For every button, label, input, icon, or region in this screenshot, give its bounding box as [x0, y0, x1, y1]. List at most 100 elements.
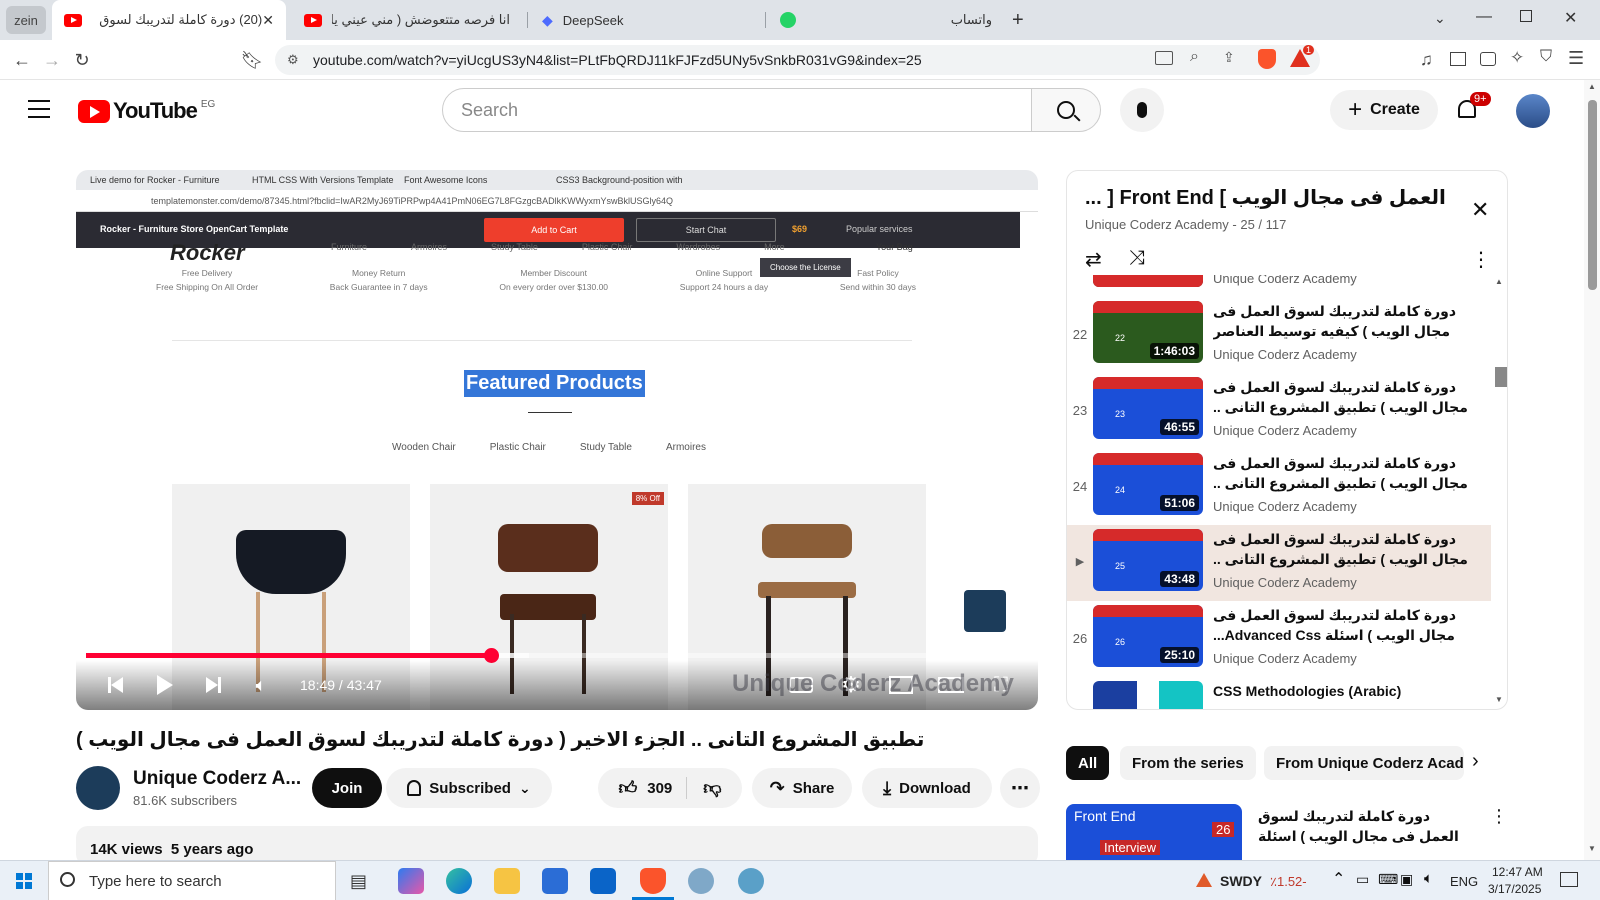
cast-icon[interactable] — [1155, 51, 1173, 65]
youtube-logo[interactable]: YouTube EG — [78, 98, 215, 124]
next-icon[interactable] — [198, 670, 228, 700]
url-field[interactable]: ⚙ youtube.com/watch?v=yiUcgUS3yN4&list=P… — [275, 45, 1320, 75]
menu-icon[interactable]: ☰ — [1568, 48, 1584, 69]
meet-icon[interactable]: ▭ — [1356, 871, 1369, 888]
windows-start-icon[interactable] — [16, 873, 32, 889]
playlist-item[interactable]: 22 22 1:46:03 دورة كاملة لتدريبك لسوق الع… — [1067, 297, 1491, 373]
taskbar-search-input[interactable]: Type here to search — [48, 861, 336, 900]
chip-all[interactable]: All — [1066, 746, 1110, 780]
tab-deepseek[interactable]: ◆ DeepSeek — [530, 0, 760, 40]
page-scroll-thumb[interactable] — [1588, 100, 1597, 290]
outlook-icon[interactable] — [590, 868, 616, 894]
playlist-title[interactable]: العمل فى مجال الويب ] Front End [ ... — [1085, 185, 1455, 210]
volume-icon[interactable]: 🔈︎ — [246, 670, 276, 700]
app-icon[interactable] — [688, 868, 714, 894]
scroll-up-icon[interactable]: ▲ — [1588, 82, 1596, 91]
playlist-more-icon[interactable]: ⋮ — [1471, 247, 1491, 272]
chevron-right-icon[interactable]: › — [1472, 750, 1479, 773]
recommended-title[interactable]: دورة كاملة لتدريبك لسوق العمل فى مجال ال… — [1258, 806, 1468, 846]
new-tab-icon[interactable]: + — [1012, 9, 1024, 32]
playlist-scroll-thumb[interactable] — [1495, 367, 1507, 387]
media-icon[interactable]: ♫ — [1420, 50, 1433, 70]
vpn-icon[interactable]: ⛉ — [1540, 48, 1552, 66]
tray-chevron-icon[interactable]: ⌃ — [1332, 869, 1345, 889]
back-arrow-icon[interactable]: ← — [10, 48, 34, 72]
wallet-icon[interactable] — [1480, 52, 1496, 66]
search-input[interactable]: Search — [442, 88, 1032, 132]
playlist-scroll-down-icon[interactable]: ▼ — [1495, 695, 1503, 704]
previous-icon[interactable] — [100, 670, 130, 700]
clock-time[interactable]: 12:47 AM — [1492, 865, 1543, 879]
channel-name[interactable]: Unique Coderz A... — [133, 768, 301, 790]
item-index: 23 — [1072, 403, 1088, 418]
tab-youtube-active[interactable]: (20) دورة كاملة لتدريبك لسوق ✕ — [52, 0, 286, 40]
edge-icon[interactable] — [446, 868, 472, 894]
feature-title: Online Support — [695, 268, 753, 278]
notifications-button[interactable]: 9+ — [1454, 92, 1491, 126]
dislike-button[interactable]: 👎︎ — [687, 777, 721, 799]
copilot-icon[interactable] — [398, 868, 424, 894]
forward-arrow-icon[interactable]: → — [40, 48, 64, 72]
avatar[interactable] — [1516, 94, 1550, 128]
store-icon[interactable] — [542, 868, 568, 894]
sidebar-toggle-icon[interactable] — [1450, 52, 1466, 66]
close-window-icon[interactable]: ✕ — [1564, 8, 1577, 28]
network-icon[interactable]: ▣ — [1400, 871, 1413, 888]
recommended-more-icon[interactable]: ⋮ — [1490, 806, 1508, 827]
zoom-icon[interactable]: ⌕ — [1190, 48, 1199, 66]
profile-chip[interactable]: zein — [6, 6, 46, 34]
playlist-item[interactable]: Unique Coderz Academy — [1067, 275, 1491, 297]
site-info-icon[interactable]: ⚙ — [287, 52, 299, 68]
minimize-icon[interactable]: — — [1476, 8, 1492, 26]
more-actions-button[interactable]: ⋯ — [1000, 768, 1040, 808]
tab-youtube-2[interactable]: انا فرصه متتعوضش ( مني عيني يا نا — [292, 0, 522, 40]
channel-avatar[interactable] — [76, 766, 120, 810]
reload-icon[interactable]: ↻ — [70, 48, 94, 72]
chip-from-channel[interactable]: From Unique Coderz Academy — [1264, 746, 1464, 780]
playlist-item[interactable]: 26 26 25:10 دورة كاملة لتدريبك لسوق العمل… — [1067, 601, 1491, 677]
playlist-item-current[interactable]: ▶ 25 43:48 دورة كاملة لتدريبك لسوق العمل … — [1067, 525, 1491, 601]
like-button[interactable]: 👍︎ 309 — [618, 777, 688, 799]
close-icon[interactable]: ✕ — [262, 12, 274, 29]
tab-search-chevron-icon[interactable]: ⌄ — [1434, 10, 1446, 27]
brave-icon[interactable] — [640, 868, 666, 894]
maximize-icon[interactable] — [1520, 10, 1532, 22]
leo-ai-icon[interactable]: ✧ — [1510, 48, 1524, 68]
notification-center-icon[interactable] — [1560, 872, 1578, 887]
recommended-thumbnail[interactable]: Front End 26 Interview — [1066, 804, 1242, 860]
bookmark-icon[interactable]: 🔖︎ — [240, 48, 264, 72]
progress-bar[interactable] — [86, 648, 1028, 663]
search-button[interactable] — [1031, 88, 1101, 132]
share-page-icon[interactable]: ⇪ — [1223, 49, 1235, 66]
close-playlist-icon[interactable]: ✕ — [1471, 197, 1489, 223]
guide-menu-icon[interactable] — [28, 100, 50, 118]
page-scrollbar[interactable]: ▲ ▼ — [1584, 80, 1600, 860]
playlist-item[interactable]: CSS Methodologies (Arabic) — [1067, 677, 1491, 709]
play-icon[interactable] — [150, 670, 180, 700]
playlist-item[interactable]: 24 24 51:06 دورة كاملة لتدريبك لسوق العمل… — [1067, 449, 1491, 525]
ime-icon[interactable]: ⌨ — [1378, 871, 1398, 888]
chip-from-series[interactable]: From the series — [1120, 746, 1256, 780]
voice-search-button[interactable] — [1120, 88, 1164, 132]
share-button[interactable]: ↷ Share — [752, 768, 852, 808]
join-button[interactable]: Join — [312, 768, 382, 808]
language-indicator[interactable]: ENG — [1450, 874, 1478, 889]
task-view-icon[interactable]: ▤ — [350, 871, 367, 892]
playlist-item[interactable]: 23 23 46:55 دورة كاملة لتدريبك لسوق العمل… — [1067, 373, 1491, 449]
brave-shield-icon[interactable] — [1258, 49, 1276, 69]
subscribed-button[interactable]: Subscribed ⌄ — [386, 768, 552, 808]
recorded-header-title: Rocker - Furniture Store OpenCart Templa… — [100, 224, 289, 234]
playlist-scroll-up-icon[interactable]: ▲ — [1495, 277, 1503, 286]
download-button[interactable]: ⤓ Download — [862, 768, 992, 808]
loop-icon[interactable]: ⇄ — [1085, 247, 1102, 272]
clock-date[interactable]: 3/17/2025 — [1488, 882, 1541, 896]
scroll-down-icon[interactable]: ▼ — [1588, 844, 1596, 853]
create-button[interactable]: + Create — [1330, 90, 1438, 130]
video-player[interactable]: Live demo for Rocker - Furniture HTML CS… — [76, 170, 1038, 710]
app-icon[interactable] — [738, 868, 764, 894]
stock-ticker[interactable]: SWDY — [1220, 873, 1262, 889]
speaker-icon[interactable]: 🔈︎ — [1424, 870, 1433, 887]
shuffle-icon[interactable]: ⤨ — [1129, 247, 1145, 270]
file-explorer-icon[interactable] — [494, 868, 520, 894]
tab-whatsapp[interactable]: واتساب — [768, 0, 1004, 40]
